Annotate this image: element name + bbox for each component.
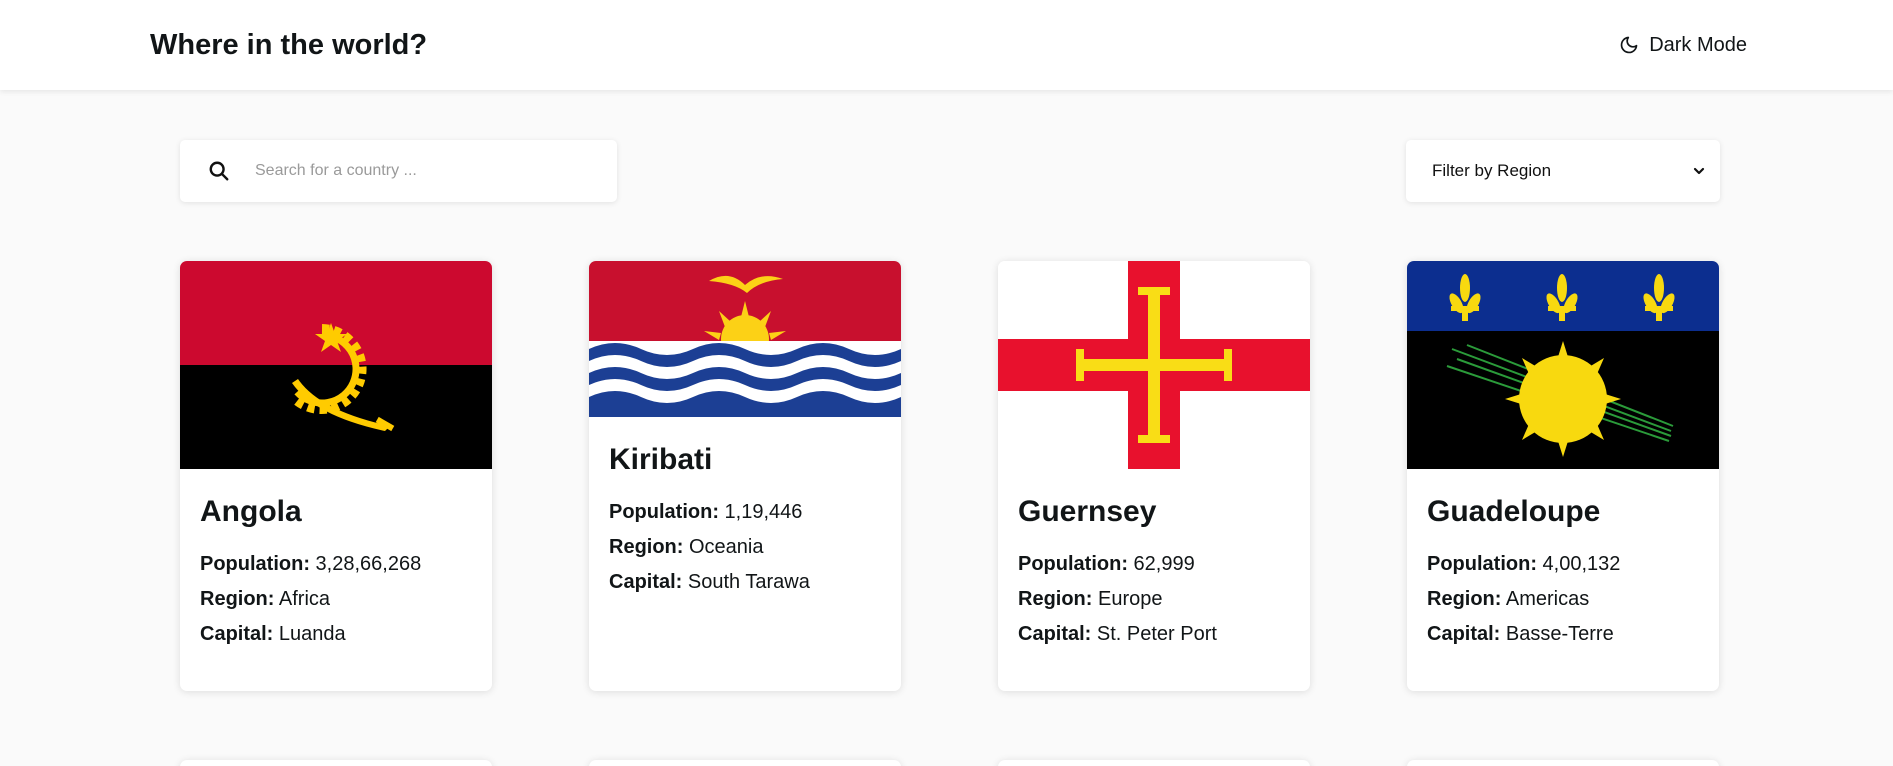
region-value: Africa <box>278 588 331 610</box>
country-card-next-row[interactable] <box>180 760 492 766</box>
capital-label: Capital: <box>1427 623 1501 645</box>
moon-icon <box>1620 36 1638 54</box>
population-label: Population: <box>1018 553 1128 575</box>
country-name: Kiribati <box>609 443 713 476</box>
region-row: Region: Africa <box>200 582 472 617</box>
country-card[interactable]: Guernsey Population: 62,999 Region: Euro… <box>998 261 1310 691</box>
capital-value: Luanda <box>278 623 346 645</box>
population-value: 4,00,132 <box>1542 553 1621 575</box>
country-card[interactable]: Guadeloupe Population: 4,00,132 Region: … <box>1407 261 1719 691</box>
country-name: Angola <box>200 495 302 528</box>
capital-label: Capital: <box>1018 623 1092 645</box>
population-label: Population: <box>1427 553 1537 575</box>
region-row: Region: Europe <box>1018 582 1290 617</box>
population-row: Population: 1,19,446 <box>609 495 881 530</box>
population-row: Population: 3,28,66,268 <box>200 547 472 582</box>
country-card[interactable]: Angola Population: 3,28,66,268 Region: A… <box>180 261 492 691</box>
capital-label: Capital: <box>200 623 274 645</box>
capital-value: Basse-Terre <box>1505 623 1614 645</box>
app-header: Where in the world? Dark Mode <box>0 0 1893 90</box>
search-box[interactable] <box>180 140 617 202</box>
country-name: Guernsey <box>1018 495 1157 528</box>
region-row: Region: Americas <box>1427 582 1699 617</box>
capital-row: Capital: Basse-Terre <box>1427 617 1699 652</box>
region-label: Region: <box>609 536 684 558</box>
controls-bar: Filter by Region <box>180 140 1720 202</box>
population-label: Population: <box>200 553 310 575</box>
dark-mode-label: Dark Mode <box>1649 33 1747 56</box>
region-label: Region: <box>1427 588 1502 610</box>
country-card-next-row[interactable] <box>998 760 1310 766</box>
country-card-body: Angola Population: 3,28,66,268 Region: A… <box>180 469 492 652</box>
region-label: Region: <box>1018 588 1093 610</box>
country-card-body: Guernsey Population: 62,999 Region: Euro… <box>998 469 1310 652</box>
region-value: Europe <box>1098 588 1163 610</box>
region-row: Region: Oceania <box>609 530 881 565</box>
region-filter-select[interactable]: Filter by Region <box>1406 140 1720 202</box>
country-card-body: Guadeloupe Population: 4,00,132 Region: … <box>1407 469 1719 652</box>
guadeloupe-flag-icon <box>1407 261 1719 469</box>
search-input[interactable] <box>255 156 595 186</box>
country-card-body: Kiribati Population: 1,19,446 Region: Oc… <box>589 417 901 600</box>
kiribati-flag-icon <box>589 261 901 417</box>
capital-value: South Tarawa <box>687 571 810 593</box>
region-value: Oceania <box>689 536 764 558</box>
country-card-next-row[interactable] <box>1407 760 1719 766</box>
capital-value: St. Peter Port <box>1096 623 1217 645</box>
country-name: Guadeloupe <box>1427 495 1601 528</box>
angola-flag-icon <box>180 261 492 469</box>
population-label: Population: <box>609 501 719 523</box>
app-title: Where in the world? <box>150 28 428 61</box>
region-value: Americas <box>1505 588 1590 610</box>
capital-row: Capital: South Tarawa <box>609 565 881 600</box>
guernsey-flag-icon <box>998 261 1310 469</box>
population-value: 1,19,446 <box>724 501 803 523</box>
population-value: 3,28,66,268 <box>315 553 422 575</box>
dark-mode-toggle[interactable]: Dark Mode <box>1619 34 1747 57</box>
region-filter-value: Filter by Region <box>1432 161 1552 180</box>
region-label: Region: <box>200 588 275 610</box>
capital-row: Capital: St. Peter Port <box>1018 617 1290 652</box>
capital-row: Capital: Luanda <box>200 617 472 652</box>
population-row: Population: 62,999 <box>1018 547 1290 582</box>
search-icon <box>209 161 229 181</box>
capital-label: Capital: <box>609 571 683 593</box>
population-value: 62,999 <box>1133 553 1195 575</box>
chevron-down-icon <box>1693 167 1705 175</box>
population-row: Population: 4,00,132 <box>1427 547 1699 582</box>
country-card[interactable]: Kiribati Population: 1,19,446 Region: Oc… <box>589 261 901 691</box>
country-card-next-row[interactable] <box>589 760 901 766</box>
